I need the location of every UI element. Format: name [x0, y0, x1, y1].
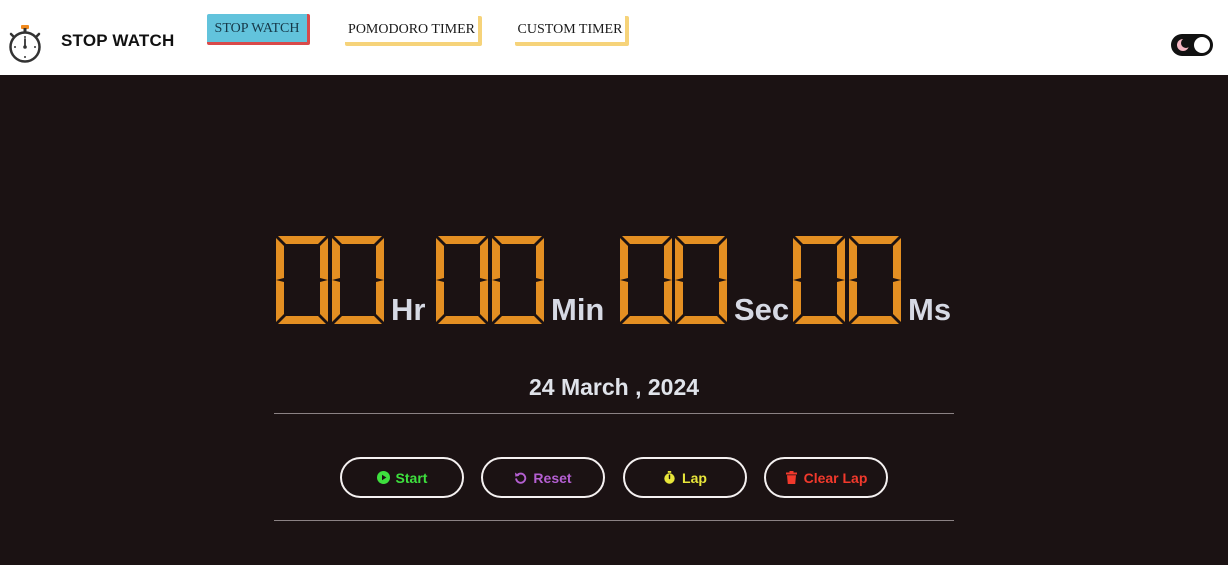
digit-segment-d [278, 316, 326, 324]
digit-segment-b [719, 238, 727, 280]
lap-button[interactable]: Lap [623, 457, 747, 498]
reset-label: Reset [533, 469, 572, 486]
brand-title: STOP WATCH [61, 31, 175, 50]
digit-segment-e [436, 280, 444, 322]
reset-button[interactable]: Reset [481, 457, 605, 498]
stopwatch-icon [664, 471, 675, 484]
lap-label: Lap [682, 469, 707, 486]
clear-lap-label: Clear Lap [803, 469, 868, 486]
digit-segment-b [480, 238, 488, 280]
digit-segment-f [276, 238, 284, 280]
minutes-digit-1 [436, 236, 488, 324]
digit-segment-a [438, 236, 486, 244]
digit-segment-f [793, 238, 801, 280]
seconds-digit-2 [675, 236, 727, 324]
digit-segment-a [334, 236, 382, 244]
digit-segment-f [332, 238, 340, 280]
divider-bottom [274, 520, 954, 521]
digit-segment-d [677, 316, 725, 324]
digit-segment-c [719, 280, 727, 322]
digit-segment-f [436, 238, 444, 280]
theme-toggle[interactable] [1171, 34, 1213, 56]
seconds-digit-1 [620, 236, 672, 324]
digit-segment-a [851, 236, 899, 244]
milliseconds-digit-1 [793, 236, 845, 324]
digit-segment-c [376, 280, 384, 322]
digit-segment-f [620, 238, 628, 280]
digit-segment-a [622, 236, 670, 244]
digit-segment-d [851, 316, 899, 324]
digit-segment-b [320, 238, 328, 280]
digit-segment-a [795, 236, 843, 244]
digit-segment-e [332, 280, 340, 322]
digit-segment-e [793, 280, 801, 322]
digit-segment-c [320, 280, 328, 322]
digit-segment-c [837, 280, 845, 322]
minutes-unit: Min [551, 292, 605, 327]
tab-pomodoro-timer[interactable]: POMODORO TIMER [345, 16, 482, 46]
digit-segment-b [664, 238, 672, 280]
time-display: Hr Min Sec Ms [274, 236, 964, 328]
milliseconds-digit-2 [849, 236, 901, 324]
tab-stop-watch[interactable]: STOP WATCH [207, 14, 310, 45]
divider-top [274, 413, 954, 414]
digit-segment-e [675, 280, 683, 322]
digit-segment-c [536, 280, 544, 322]
digit-segment-a [494, 236, 542, 244]
digit-segment-b [376, 238, 384, 280]
digit-segment-e [620, 280, 628, 322]
digit-segment-e [849, 280, 857, 322]
digit-segment-c [664, 280, 672, 322]
digit-segment-d [494, 316, 542, 324]
play-circle-icon [376, 471, 390, 484]
digit-segment-d [334, 316, 382, 324]
milliseconds-unit: Ms [908, 292, 952, 327]
digit-segment-d [438, 316, 486, 324]
digit-segment-a [278, 236, 326, 244]
toggle-knob [1194, 37, 1210, 53]
seconds-unit: Sec [734, 292, 790, 327]
minutes-digit-2 [492, 236, 544, 324]
trash-icon [785, 471, 797, 484]
digit-segment-e [492, 280, 500, 322]
digit-segment-d [622, 316, 670, 324]
hours-unit: Hr [391, 292, 426, 327]
digit-segment-c [480, 280, 488, 322]
start-label: Start [395, 469, 428, 486]
hours-digit-1 [276, 236, 328, 324]
navbar: STOP WATCH STOP WATCH POMODORO TIMER CUS… [0, 0, 1228, 75]
current-date: 24 March , 2024 [528, 374, 700, 400]
digit-segment-c [893, 280, 901, 322]
digit-segment-f [849, 238, 857, 280]
digit-segment-b [893, 238, 901, 280]
digit-segment-f [675, 238, 683, 280]
digit-segment-d [795, 316, 843, 324]
digit-segment-a [677, 236, 725, 244]
digit-segment-b [536, 238, 544, 280]
digit-segment-e [276, 280, 284, 322]
clear-lap-button[interactable]: Clear Lap [764, 457, 888, 498]
start-button[interactable]: Start [340, 457, 464, 498]
tab-custom-timer[interactable]: CUSTOM TIMER [515, 16, 629, 46]
moon-icon [1177, 38, 1190, 51]
stopwatch-icon [9, 25, 41, 63]
digit-segment-f [492, 238, 500, 280]
hours-digit-2 [332, 236, 384, 324]
digit-segment-b [837, 238, 845, 280]
undo-icon [515, 472, 527, 484]
